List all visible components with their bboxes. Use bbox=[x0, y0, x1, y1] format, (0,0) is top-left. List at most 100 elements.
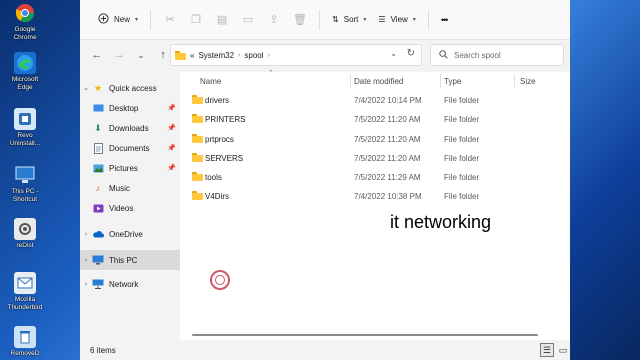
more-options-button[interactable]: ••• bbox=[435, 8, 453, 32]
sort-label: Sort bbox=[343, 15, 359, 24]
sidebar-item-label: OneDrive bbox=[109, 229, 143, 239]
file-type: File folder bbox=[444, 173, 480, 182]
chevron-down-icon: ▾ bbox=[412, 17, 416, 23]
column-header-name[interactable]: Name bbox=[200, 72, 221, 90]
new-button[interactable]: New ▾ bbox=[92, 8, 144, 32]
pin-icon: 📌 bbox=[167, 145, 176, 152]
address-dropdown-icon[interactable]: ⌄ bbox=[390, 49, 397, 58]
tiles-view-button[interactable]: ▭ bbox=[556, 343, 570, 357]
desktop-label: This PC - Shortcut bbox=[11, 188, 39, 203]
folder-icon bbox=[192, 172, 203, 181]
file-row[interactable]: SERVERS 7/5/2022 11:20 AM File folder bbox=[180, 149, 570, 168]
refresh-icon[interactable]: ↻ bbox=[407, 48, 415, 59]
paste-button[interactable]: ▤ bbox=[209, 8, 235, 32]
pin-icon: 📌 bbox=[167, 125, 176, 132]
breadcrumb-spool[interactable]: spool bbox=[244, 51, 263, 60]
rename-button[interactable]: ▭ bbox=[235, 8, 261, 32]
column-label: Date modified bbox=[354, 76, 404, 86]
chevron-down-icon: ▾ bbox=[363, 17, 367, 23]
divider bbox=[150, 9, 152, 30]
file-type: File folder bbox=[444, 154, 480, 163]
view-button[interactable]: ☰ View ▾ bbox=[372, 8, 421, 32]
navigation-bar: ← → ⌄ ↑ « System32 › spool › ⌄ ↻ bbox=[80, 40, 570, 70]
file-date: 7/5/2022 11:20 AM bbox=[354, 154, 421, 163]
sidebar-item-label: Network bbox=[109, 279, 139, 289]
column-divider[interactable] bbox=[350, 74, 351, 88]
sidebar-item-desktop[interactable]: Desktop 📌 bbox=[80, 98, 180, 118]
file-type: File folder bbox=[444, 115, 480, 124]
column-header-size[interactable]: Size bbox=[520, 72, 536, 90]
desktop-shortcut-chrome[interactable]: Google Chrome bbox=[4, 2, 46, 41]
sidebar-item-videos[interactable]: Videos bbox=[80, 198, 180, 218]
desktop-shortcut-edge[interactable]: Microsoft Edge bbox=[4, 52, 46, 91]
folder-icon bbox=[192, 191, 203, 200]
sidebar-item-documents[interactable]: Documents 📌 bbox=[80, 138, 180, 158]
sidebar-item-label: Videos bbox=[109, 203, 134, 213]
redist-icon bbox=[14, 218, 36, 240]
chevron-right-icon: › bbox=[238, 51, 241, 59]
search-box[interactable] bbox=[430, 44, 564, 66]
desktop-label: Revo Uninstall... bbox=[9, 132, 41, 147]
sort-ascending-icon: ⌃ bbox=[268, 70, 274, 77]
desktop-shortcut-revo[interactable]: Revo Uninstall... bbox=[4, 108, 46, 147]
desktop-shortcut-this-pc[interactable]: This PC - Shortcut bbox=[4, 164, 46, 203]
sidebar-item-downloads[interactable]: ⬇ Downloads 📌 bbox=[80, 118, 180, 138]
sidebar-item-label: Documents bbox=[109, 143, 150, 153]
desktop-shortcut-redist[interactable]: reDist bbox=[4, 218, 46, 250]
file-row[interactable]: drivers 7/4/2022 10:14 PM File folder bbox=[180, 91, 570, 110]
column-label: Size bbox=[520, 76, 536, 86]
sort-button[interactable]: ⇅ Sort ▾ bbox=[326, 8, 372, 32]
breadcrumb-overflow[interactable]: « bbox=[190, 51, 194, 60]
recent-locations-button[interactable]: ⌄ bbox=[130, 44, 152, 66]
pin-icon: 📌 bbox=[167, 105, 176, 112]
file-row[interactable]: prtprocs 7/5/2022 11:20 AM File folder bbox=[180, 130, 570, 149]
file-row[interactable]: V4Dirs 7/4/2022 10:38 PM File folder bbox=[180, 187, 570, 206]
pin-icon: 📌 bbox=[167, 165, 176, 172]
column-label: Name bbox=[200, 76, 222, 86]
column-divider[interactable] bbox=[440, 74, 441, 88]
share-button[interactable]: ⇪ bbox=[261, 8, 287, 32]
file-row[interactable]: PRINTERS 7/5/2022 11:20 AM File folder bbox=[180, 110, 570, 129]
forward-button[interactable]: → bbox=[108, 44, 130, 66]
arrow-right-icon: → bbox=[113, 49, 125, 61]
column-header-date-modified[interactable]: Date modified bbox=[354, 72, 403, 90]
star-icon: ★ bbox=[93, 82, 103, 93]
details-view-button[interactable]: ☰ bbox=[540, 343, 554, 357]
file-name: tools bbox=[205, 173, 222, 182]
scrollbar-thumb[interactable] bbox=[192, 334, 538, 336]
sidebar-item-this-pc[interactable]: › This PC bbox=[80, 250, 180, 270]
column-header-type[interactable]: Type bbox=[444, 72, 461, 90]
file-row[interactable]: tools 7/5/2022 11:29 AM File folder bbox=[180, 168, 570, 187]
column-divider[interactable] bbox=[514, 74, 515, 88]
sidebar-item-network[interactable]: › Network bbox=[80, 274, 180, 294]
network-icon bbox=[92, 278, 104, 290]
divider bbox=[427, 9, 429, 30]
more-icon: ••• bbox=[440, 14, 449, 25]
copy-button[interactable]: ❐ bbox=[183, 8, 209, 32]
breadcrumb-system32[interactable]: System32 bbox=[198, 51, 234, 60]
documents-icon bbox=[92, 142, 104, 154]
video-caption: it networking bbox=[390, 212, 492, 232]
delete-button[interactable]: 🗑 bbox=[287, 8, 313, 32]
horizontal-scrollbar[interactable] bbox=[180, 334, 570, 338]
folder-icon bbox=[192, 114, 203, 123]
desktop-shortcut-thunderbird[interactable]: Mozilla Thunderbird bbox=[4, 272, 46, 311]
file-name: PRINTERS bbox=[205, 115, 246, 124]
cut-button[interactable]: ✂ bbox=[157, 8, 183, 32]
file-name: prtprocs bbox=[205, 135, 234, 144]
chevron-down-icon[interactable]: ⌄ bbox=[80, 84, 92, 92]
back-button[interactable]: ← bbox=[86, 44, 108, 66]
sidebar-item-quick-access[interactable]: ⌄ ★ Quick access bbox=[80, 78, 180, 98]
chevron-right-icon[interactable]: › bbox=[80, 231, 92, 238]
plus-circle-icon bbox=[98, 13, 109, 26]
chevron-right-icon[interactable]: › bbox=[80, 281, 92, 288]
sidebar-item-pictures[interactable]: Pictures 📌 bbox=[80, 158, 180, 178]
chevron-right-icon[interactable]: › bbox=[80, 257, 92, 264]
search-input[interactable] bbox=[454, 50, 554, 60]
address-bar[interactable]: « System32 › spool › ⌄ ↻ bbox=[170, 44, 422, 66]
chevron-down-icon: ▾ bbox=[135, 17, 139, 23]
desktop-shortcut-removed[interactable]: RemoveD bbox=[4, 326, 46, 358]
revo-uninstaller-icon bbox=[14, 108, 36, 130]
sidebar-item-onedrive[interactable]: › OneDrive bbox=[80, 224, 180, 244]
sidebar-item-music[interactable]: ♪ Music bbox=[80, 178, 180, 198]
